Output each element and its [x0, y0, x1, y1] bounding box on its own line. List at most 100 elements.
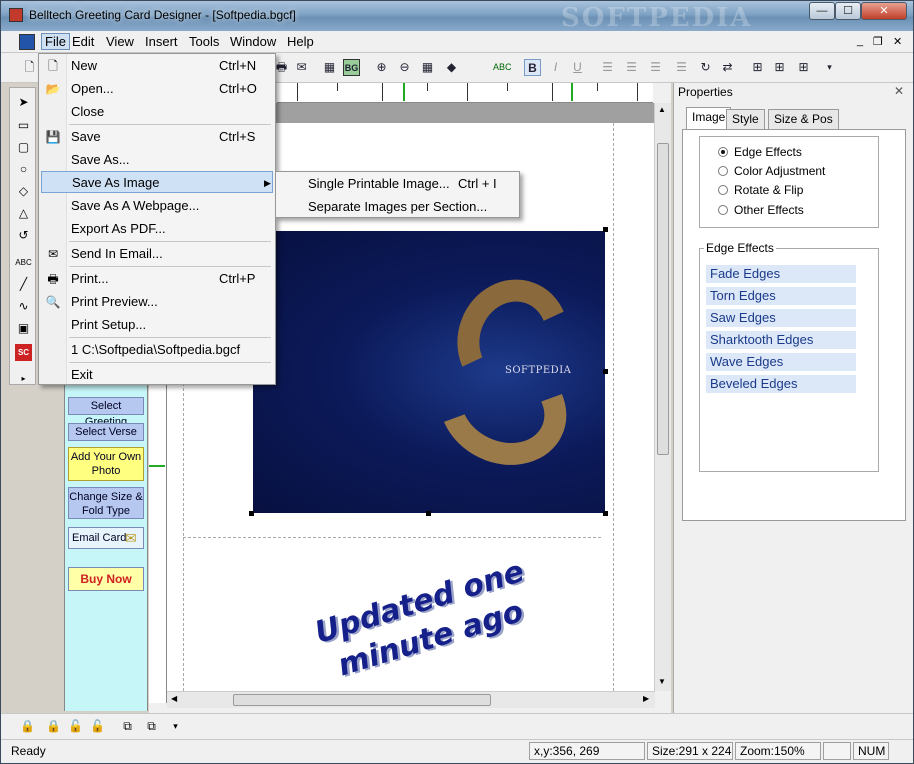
buy-now-button[interactable]: Buy Now [68, 567, 144, 591]
menu-file[interactable]: File [41, 33, 70, 50]
maximize-button[interactable]: ☐ [835, 2, 861, 20]
clipart-icon[interactable]: SC [15, 344, 32, 361]
effect-fade-edges[interactable]: Fade Edges [706, 265, 856, 283]
effect-sharktooth-edges[interactable]: Sharktooth Edges [706, 331, 856, 349]
resize-handle-bottom[interactable] [426, 511, 431, 516]
bottom-toolbar-overflow-icon[interactable]: ▾ [167, 718, 184, 735]
align-center-icon[interactable]: ☰ [623, 59, 640, 76]
scroll-right-icon[interactable]: ▶ [643, 694, 649, 703]
email-icon[interactable]: ✉ [293, 59, 310, 76]
effect-saw-edges[interactable]: Saw Edges [706, 309, 856, 327]
document-icon[interactable] [19, 34, 35, 50]
file-menu-item-send-email[interactable]: ✉ Send In Email... [41, 243, 273, 265]
file-menu-item-export-pdf[interactable]: Export As PDF... [41, 218, 273, 240]
vertical-scroll-thumb[interactable] [657, 143, 669, 455]
mdi-restore-button[interactable]: ❐ [873, 35, 883, 48]
file-menu-item-exit[interactable]: Exit [41, 364, 273, 386]
file-menu-item-save-webpage[interactable]: Save As A Webpage... [41, 195, 273, 217]
curve-icon[interactable]: ∿ [15, 298, 32, 315]
tab-size-pos[interactable]: Size & Pos [768, 109, 839, 129]
file-menu-item-save[interactable]: 💾 Save Ctrl+S [41, 126, 273, 148]
zoom-out-icon[interactable]: ⊖ [396, 59, 413, 76]
effect-beveled-edges[interactable]: Beveled Edges [706, 375, 856, 393]
new-icon[interactable]: 🗋 [21, 59, 38, 76]
group-icon[interactable]: 🔒 [45, 718, 62, 735]
properties-icon[interactable]: ▦ [321, 59, 338, 76]
email-card-button[interactable]: Email Card ✉ [68, 527, 144, 549]
submenu-item-separate-images[interactable]: Separate Images per Section... [278, 196, 517, 218]
lock-all-icon[interactable]: 🔓 [89, 718, 106, 735]
theme-icon[interactable]: ◆ [443, 59, 460, 76]
tab-style[interactable]: Style [726, 109, 765, 129]
file-menu-item-close[interactable]: Close [41, 101, 273, 123]
send-back-icon[interactable]: ⧉ [143, 718, 160, 735]
rotate-icon[interactable]: ↻ [697, 59, 714, 76]
scroll-left-icon[interactable]: ◀ [171, 694, 177, 703]
properties-close-icon[interactable]: ✕ [894, 84, 904, 98]
italic-icon[interactable]: I [547, 59, 564, 76]
horizontal-scroll-thumb[interactable] [233, 694, 491, 706]
mdi-close-button[interactable]: ✕ [893, 35, 902, 48]
menu-edit[interactable]: Edit [72, 34, 94, 49]
bold-icon[interactable]: B [524, 59, 541, 76]
file-menu-item-open[interactable]: 📂 Open... Ctrl+O [41, 78, 273, 100]
ungroup-icon[interactable]: 🔓 [67, 718, 84, 735]
scroll-down-icon[interactable]: ▼ [658, 677, 666, 686]
select-greeting-button[interactable]: Select Greeting [68, 397, 144, 428]
radio-other-effects[interactable]: Other Effects [718, 203, 804, 217]
ellipse-icon[interactable]: ○ [15, 161, 32, 178]
picture-icon[interactable]: ▣ [15, 320, 32, 337]
align-right-icon[interactable]: ☰ [647, 59, 664, 76]
select-verse-button[interactable]: Select Verse [68, 423, 144, 441]
minimize-button[interactable]: — [809, 2, 835, 20]
center-horizontal-icon[interactable]: ⊞ [749, 59, 766, 76]
rounded-rectangle-icon[interactable]: ▢ [15, 139, 32, 156]
submenu-item-single-image[interactable]: Single Printable Image... Ctrl + I [278, 173, 517, 195]
close-button[interactable]: ✕ [861, 2, 907, 20]
flip-icon[interactable]: ⇄ [719, 59, 736, 76]
radio-edge-effects[interactable]: Edge Effects [718, 145, 802, 159]
file-menu-item-save-as-image[interactable]: Save As Image ▶ [41, 171, 273, 193]
resize-handle-bottom-right[interactable] [603, 511, 608, 516]
file-menu-item-print-setup[interactable]: Print Setup... [41, 314, 273, 336]
menu-view[interactable]: View [106, 34, 134, 49]
app-icon[interactable] [9, 8, 23, 22]
card-photo[interactable]: SOFTPEDIA [253, 231, 605, 513]
underline-icon[interactable]: U [569, 59, 586, 76]
fit-icon[interactable]: ⊞ [795, 59, 812, 76]
radio-color-adjustment[interactable]: Color Adjustment [718, 164, 825, 178]
menu-tools[interactable]: Tools [189, 34, 219, 49]
file-menu-item-recent-file[interactable]: 1 C:\Softpedia\Softpedia.bgcf [41, 339, 273, 361]
pointer-icon[interactable]: ➤ [15, 94, 32, 111]
effect-wave-edges[interactable]: Wave Edges [706, 353, 856, 371]
menu-window[interactable]: Window [230, 34, 276, 49]
file-menu-item-new[interactable]: 🗋 New Ctrl+N [41, 55, 273, 77]
horizontal-scrollbar[interactable]: ◀ ▶ [167, 691, 655, 708]
menu-insert[interactable]: Insert [145, 34, 178, 49]
rectangle-icon[interactable]: ▭ [15, 117, 32, 134]
tab-image[interactable]: Image [686, 107, 732, 130]
effect-torn-edges[interactable]: Torn Edges [706, 287, 856, 305]
vertical-scrollbar[interactable]: ▲ ▼ [654, 103, 671, 691]
align-left-icon[interactable]: ☰ [599, 59, 616, 76]
freeform-icon[interactable]: ↺ [15, 227, 32, 244]
triangle-icon[interactable]: △ [15, 205, 32, 222]
grid-icon[interactable]: ▦ [419, 59, 436, 76]
menu-help[interactable]: Help [287, 34, 314, 49]
scroll-up-icon[interactable]: ▲ [658, 105, 666, 114]
diamond-icon[interactable]: ◇ [15, 183, 32, 200]
mdi-minimize-button[interactable]: _ [857, 35, 863, 47]
bring-front-icon[interactable]: ⧉ [119, 718, 136, 735]
toolbar-overflow-icon[interactable]: ▾ [821, 59, 838, 76]
file-menu-item-print-preview[interactable]: 🔍 Print Preview... [41, 291, 273, 313]
wordart-text[interactable]: Updated one minute ago [311, 553, 540, 689]
zoom-in-icon[interactable]: ⊕ [373, 59, 390, 76]
title-bar[interactable]: Belltech Greeting Card Designer - [Softp… [1, 1, 913, 33]
text-tool-icon[interactable]: ABC [15, 254, 32, 271]
spellcheck-icon[interactable]: ABC [493, 59, 512, 76]
lock-icon[interactable]: 🔒 [19, 718, 36, 735]
line-icon[interactable]: ╱ [15, 276, 32, 293]
resize-handle-top-right[interactable] [603, 227, 608, 232]
file-menu-item-save-as[interactable]: Save As... [41, 149, 273, 171]
radio-rotate-flip[interactable]: Rotate & Flip [718, 183, 803, 197]
